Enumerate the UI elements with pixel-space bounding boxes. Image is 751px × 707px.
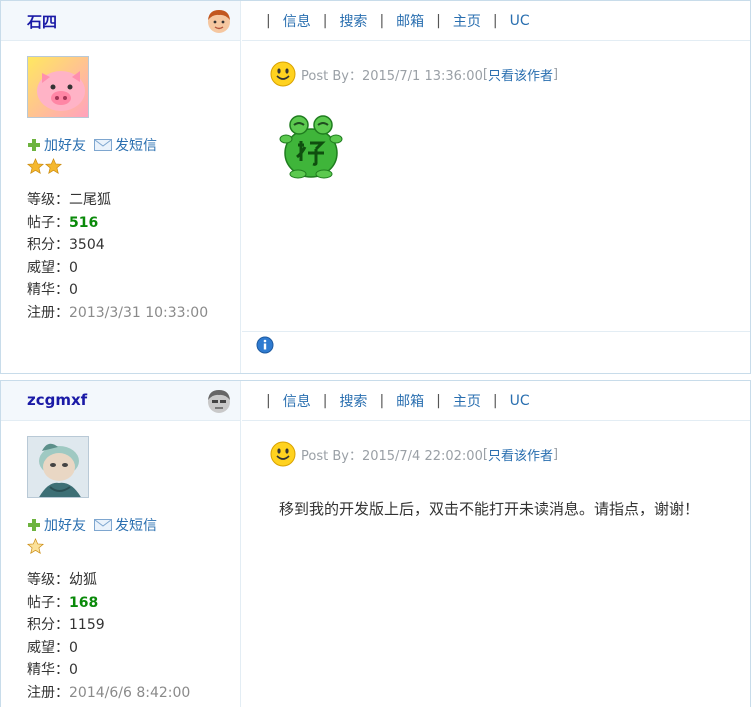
user-face-icon [208, 10, 230, 33]
send-message-label: 发短信 [115, 138, 157, 154]
level-value: 二尾狐 [69, 192, 111, 208]
envelope-icon [94, 139, 112, 151]
user-face-offline-icon [208, 390, 230, 413]
nav-search-link[interactable]: 搜索 [339, 11, 367, 31]
user-nav: | 信息 | 搜索 | 邮箱 | 主页 | UC [242, 381, 750, 421]
posts-row: 帖子：516 [27, 214, 99, 231]
add-friend-button[interactable]: 加好友 [27, 135, 86, 155]
user-nav: | 信息 | 搜索 | 邮箱 | 主页 | UC [242, 1, 750, 41]
only-author-link[interactable]: 只看该作者 [488, 65, 553, 84]
essence-value: 0 [69, 282, 78, 299]
nav-uc-link[interactable]: UC [510, 13, 530, 29]
post-message: 移到我的开发版上后，双击不能打开未读消息。请指点，谢谢！ [279, 500, 700, 518]
add-friend-label: 加好友 [44, 138, 86, 154]
prestige-value: 0 [69, 259, 78, 276]
post-timestamp: Post By：2015/7/1 13:36:00 [301, 68, 483, 84]
only-author-link[interactable]: 只看该作者 [488, 445, 553, 464]
posts-count: 168 [69, 594, 99, 611]
nav-separator: | [492, 392, 498, 409]
smile-icon [270, 441, 296, 467]
nav-mailbox-link[interactable]: 邮箱 [396, 391, 424, 411]
add-friend-label: 加好友 [44, 518, 86, 534]
post-content-panel: | 信息 | 搜索 | 邮箱 | 主页 | UC Post By：2015/7/… [242, 1, 750, 373]
registered-row: 注册：2014/6/6 8:42:00 [27, 684, 191, 701]
username-link[interactable]: zcgmxf [27, 391, 87, 409]
user-stats: 等级：二尾狐 帖子：516 积分：3504 威望：0 精华：0 注册：2013/… [27, 189, 208, 325]
registered-row: 注册：2013/3/31 10:33:00 [27, 304, 209, 321]
plus-icon [28, 519, 40, 531]
nav-separator: | [379, 12, 385, 29]
nav-uc-link[interactable]: UC [510, 393, 530, 409]
level-row: 等级：幼狐 [27, 572, 97, 588]
frog-good-emoticon [279, 115, 343, 179]
nav-info-link[interactable]: 信息 [283, 391, 311, 411]
nav-separator: | [322, 392, 328, 409]
prestige-value: 0 [69, 639, 78, 656]
send-message-label: 发短信 [115, 518, 157, 534]
nav-search-link[interactable]: 搜索 [339, 391, 367, 411]
rank-stars [27, 158, 62, 175]
post-2: zcgmxf 加好友 发短信 等级：幼狐 帖子：168 积分：1159 威望：0… [0, 380, 751, 707]
avatar[interactable] [27, 56, 89, 118]
posts-row: 帖子：168 [27, 594, 99, 611]
nav-homepage-link[interactable]: 主页 [453, 11, 481, 31]
prestige-row: 威望：0 [27, 259, 78, 276]
send-message-button[interactable]: 发短信 [94, 135, 157, 155]
post-meta: Post By：2015/7/4 22:02:00 [只看该作者] [270, 441, 558, 467]
star-icon [45, 158, 62, 175]
nav-homepage-link[interactable]: 主页 [453, 391, 481, 411]
nav-separator: | [266, 392, 271, 409]
points-value: 1159 [69, 617, 105, 634]
smile-icon [270, 61, 296, 87]
star-icon [27, 158, 44, 175]
registered-date: 2014/6/6 8:42:00 [69, 684, 191, 701]
nav-info-link[interactable]: 信息 [283, 11, 311, 31]
level-value: 幼狐 [69, 572, 97, 588]
star-icon [27, 538, 44, 555]
user-info-panel: 石四 加好友 发短信 等级：二尾狐 帖子：516 积分：3504 威望：0 精华… [1, 1, 241, 373]
nav-separator: | [266, 12, 271, 29]
user-header: 石四 [1, 1, 240, 41]
post-timestamp: Post By：2015/7/4 22:02:00 [301, 448, 483, 464]
nav-separator: | [436, 12, 441, 29]
post-1: 石四 加好友 发短信 等级：二尾狐 帖子：516 积分：3504 威望：0 精华… [0, 0, 751, 374]
user-info-panel: zcgmxf 加好友 发短信 等级：幼狐 帖子：168 积分：1159 威望：0… [1, 381, 241, 707]
envelope-icon [94, 519, 112, 531]
add-friend-button[interactable]: 加好友 [27, 515, 86, 535]
post-footer [242, 331, 750, 375]
nav-separator: | [379, 392, 385, 409]
points-value: 3504 [69, 237, 105, 254]
nav-separator: | [322, 12, 328, 29]
nav-separator: | [492, 12, 498, 29]
post-content-panel: | 信息 | 搜索 | 邮箱 | 主页 | UC Post By：2015/7/… [242, 381, 750, 707]
nav-separator: | [436, 392, 441, 409]
rank-stars [27, 538, 44, 555]
essence-row: 精华：0 [27, 282, 78, 299]
user-stats: 等级：幼狐 帖子：168 积分：1159 威望：0 精华：0 注册：2014/6… [27, 569, 190, 705]
post-meta: Post By：2015/7/1 13:36:00 [只看该作者] [270, 61, 558, 87]
essence-value: 0 [69, 662, 78, 679]
user-header: zcgmxf [1, 381, 240, 421]
level-row: 等级：二尾狐 [27, 192, 111, 208]
user-actions: 加好友 发短信 [27, 135, 157, 155]
user-actions: 加好友 发短信 [27, 515, 157, 535]
info-icon[interactable] [256, 336, 274, 354]
send-message-button[interactable]: 发短信 [94, 515, 157, 535]
avatar[interactable] [27, 436, 89, 498]
plus-icon [28, 139, 40, 151]
prestige-row: 威望：0 [27, 639, 78, 656]
registered-date: 2013/3/31 10:33:00 [69, 304, 209, 321]
points-row: 积分：3504 [27, 237, 105, 254]
username-link[interactable]: 石四 [27, 11, 57, 32]
points-row: 积分：1159 [27, 617, 105, 634]
essence-row: 精华：0 [27, 662, 78, 679]
nav-mailbox-link[interactable]: 邮箱 [396, 11, 424, 31]
posts-count: 516 [69, 214, 99, 231]
